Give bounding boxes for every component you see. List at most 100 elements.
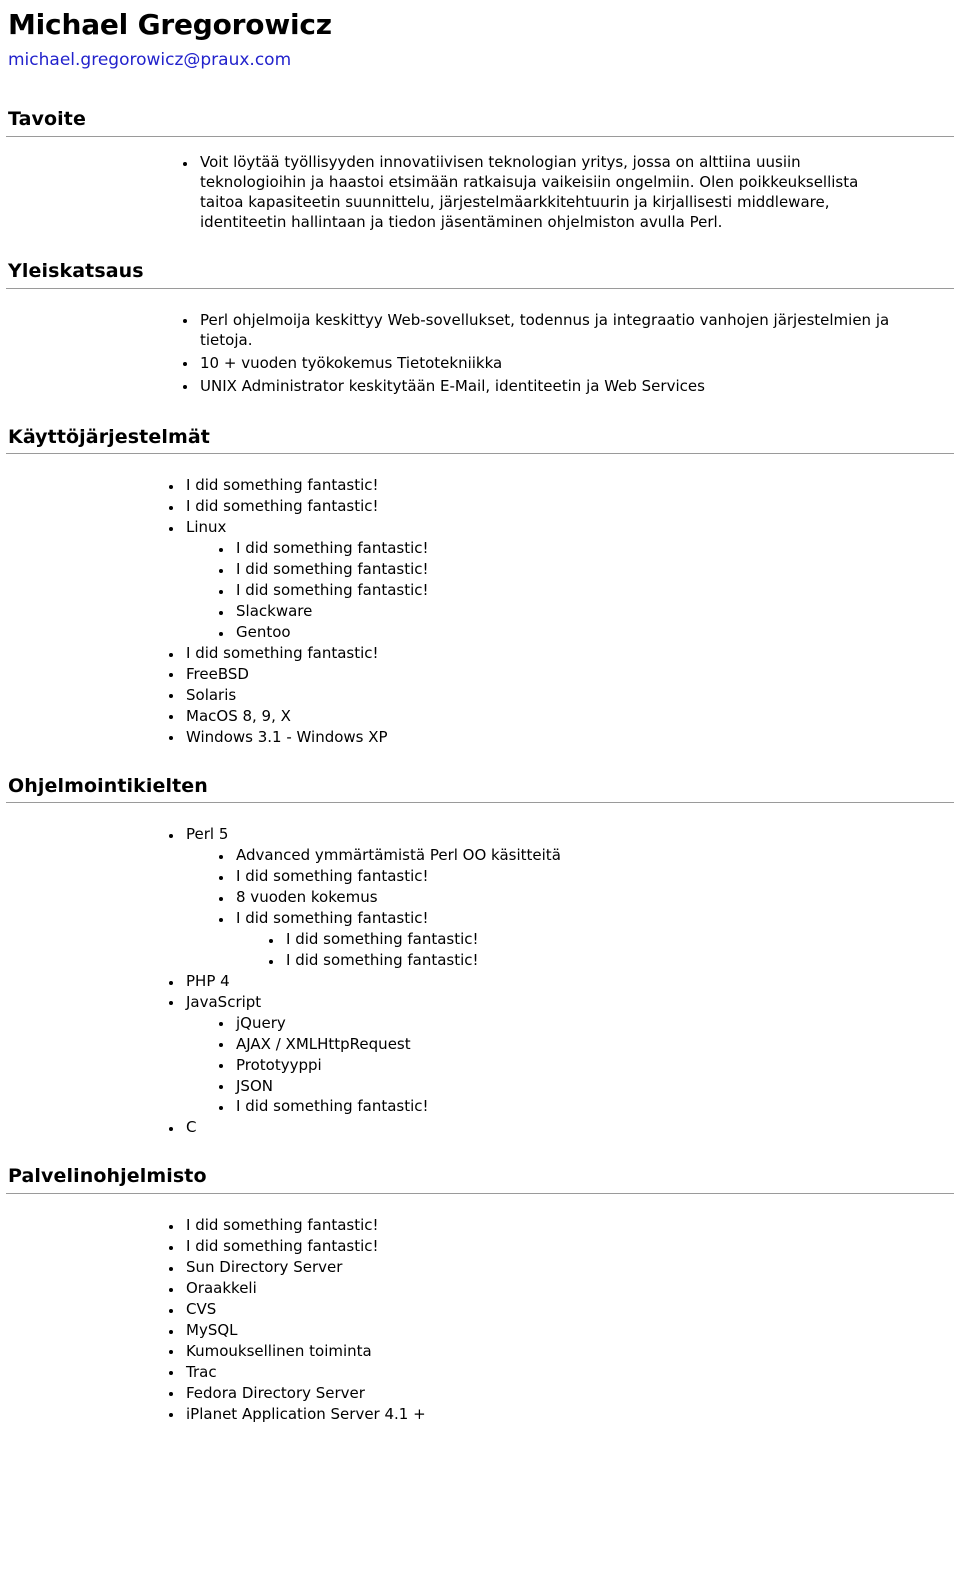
list-item: Gentoo — [214, 623, 954, 643]
list-item-label: iPlanet Application Server 4.1 + — [186, 1404, 426, 1423]
list-item: Trac — [164, 1363, 954, 1383]
list-item: I did something fantastic! — [164, 1237, 954, 1257]
header-spacer — [6, 74, 954, 108]
list-item-label: Solaris — [186, 685, 237, 704]
list-item: I did something fantastic! — [164, 1216, 954, 1236]
list-item: JSON — [214, 1077, 954, 1097]
bullet-icon — [219, 854, 223, 859]
bullet-icon — [169, 715, 173, 720]
list-item: I did something fantastic! I did somethin… — [214, 909, 954, 971]
list-item-label: Advanced ymmärtämistä Perl OO käsitteitä — [236, 846, 561, 865]
section-title: Tavoite — [8, 108, 86, 131]
bullet-icon — [269, 938, 273, 943]
list-item: I did something fantastic! — [214, 539, 954, 559]
bullet-icon — [219, 875, 223, 880]
list-item: MySQL — [164, 1321, 954, 1341]
bullet-icon — [169, 694, 173, 699]
list-item: 8 vuoden kokemus — [214, 888, 954, 908]
list-item: Slackware — [214, 602, 954, 622]
bullet-list: I did something fantastic! I did somethin… — [186, 539, 954, 643]
list-item-label: I did something fantastic! — [186, 476, 379, 495]
bullet-icon — [169, 1287, 173, 1292]
bullet-icon — [219, 896, 223, 901]
list-item-label: Fedora Directory Server — [186, 1383, 365, 1402]
section-server: Palvelinohjelmisto I did something fantas… — [6, 1165, 954, 1424]
list-item-label: AJAX / XMLHttpRequest — [236, 1034, 411, 1053]
section-body: I did something fantastic! I did somethin… — [6, 454, 954, 747]
bullet-icon — [219, 1064, 223, 1069]
list-item-label: JavaScript — [186, 992, 262, 1011]
list-item: I did something fantastic! — [164, 476, 954, 496]
bullet-icon — [169, 1224, 173, 1229]
bullet-icon — [169, 526, 173, 531]
list-item-label: Oraakkeli — [186, 1278, 257, 1297]
bullet-icon — [169, 485, 173, 489]
section-header: Käyttöjärjestelmät — [6, 426, 954, 450]
list-item-label: Prototyyppi — [236, 1055, 322, 1074]
bullet-icon — [219, 568, 223, 573]
bullet-icon — [169, 1127, 173, 1132]
bullet-icon — [219, 589, 223, 594]
bullet-icon — [169, 833, 173, 838]
list-item-label: Slackware — [236, 601, 313, 620]
list-item: I did something fantastic! — [214, 581, 954, 601]
list-item: Voit löytää työllisyyden innovatiivisen … — [178, 153, 954, 233]
resume-page: Michael Gregorowicz michael.gregorowicz@… — [0, 0, 960, 1436]
bullet-list: Perl 5 Advanced ymmärtämistä Perl OO käsi… — [164, 825, 954, 1138]
section-header: Yleiskatsaus — [6, 260, 954, 284]
bullet-icon — [169, 1371, 173, 1376]
list-item: UNIX Administrator keskitytään E-Mail, i… — [178, 377, 954, 397]
list-item-label: Kumouksellinen toiminta — [186, 1341, 372, 1360]
bullet-icon — [183, 362, 187, 367]
bullet-icon — [219, 1106, 223, 1111]
bullet-list: jQuery AJAX / XMLHttpRequest Prototyyppi JS… — [186, 1014, 954, 1118]
list-item: I did something fantastic! — [164, 644, 954, 664]
bullet-list: Voit löytää työllisyyden innovatiivisen … — [178, 153, 954, 233]
bullet-icon — [169, 652, 173, 657]
section-header: Ohjelmointikielten — [6, 775, 954, 799]
list-item: I did something fantastic! — [214, 1097, 954, 1117]
bullet-list: Perl ohjelmoija keskittyy Web-sovellukse… — [178, 311, 954, 397]
bullet-icon — [219, 1085, 223, 1090]
list-item-label: I did something fantastic! — [286, 950, 479, 969]
list-item: I did something fantastic! — [264, 951, 954, 971]
list-item: I did something fantastic! — [214, 560, 954, 580]
bullet-icon — [269, 959, 273, 964]
email-link[interactable]: michael.gregorowicz@praux.com — [8, 50, 291, 70]
list-item-label: Windows 3.1 - Windows XP — [186, 727, 388, 746]
list-item-label: 8 vuoden kokemus — [236, 888, 378, 907]
bullet-icon — [169, 1413, 173, 1418]
section-title: Palvelinohjelmisto — [8, 1165, 207, 1188]
bullet-icon — [169, 1329, 173, 1334]
sections-container: Tavoite Voit löytää työllisyyden innovati… — [6, 108, 954, 1424]
bullet-icon — [169, 1001, 173, 1006]
list-item: I did something fantastic! — [214, 867, 954, 887]
bullet-icon — [169, 1266, 173, 1271]
list-item: Perl ohjelmoija keskittyy Web-sovellukse… — [178, 311, 954, 351]
section-body: Perl ohjelmoija keskittyy Web-sovellukse… — [6, 289, 954, 397]
list-item: PHP 4 — [164, 972, 954, 992]
bullet-icon — [219, 631, 223, 636]
list-item: Kumouksellinen toiminta — [164, 1342, 954, 1362]
list-item-label: Perl ohjelmoija keskittyy Web-sovellukse… — [200, 310, 890, 349]
section-os: Käyttöjärjestelmät I did something fantas… — [6, 426, 954, 748]
document-header: Michael Gregorowicz michael.gregorowicz@… — [6, 8, 954, 74]
list-item: C — [164, 1118, 954, 1138]
list-item-label: FreeBSD — [186, 664, 249, 683]
list-item-label: I did something fantastic! — [186, 1237, 379, 1256]
bullet-icon — [183, 161, 187, 166]
list-item: Linux I did something fantastic! I did som… — [164, 518, 954, 643]
bullet-icon — [169, 736, 173, 741]
bullet-list: Advanced ymmärtämistä Perl OO käsitteitä… — [186, 846, 954, 971]
list-item: Oraakkeli — [164, 1279, 954, 1299]
bullet-icon — [169, 980, 173, 985]
bullet-icon — [219, 547, 223, 552]
list-item-label: I did something fantastic! — [236, 1097, 429, 1116]
list-item-label: I did something fantastic! — [186, 497, 379, 516]
list-item-label: CVS — [186, 1299, 217, 1318]
page-title: Michael Gregorowicz — [8, 8, 332, 41]
list-item: Solaris — [164, 686, 954, 706]
section-body: I did something fantastic! I did somethin… — [6, 1194, 954, 1424]
list-item: Windows 3.1 - Windows XP — [164, 728, 954, 748]
